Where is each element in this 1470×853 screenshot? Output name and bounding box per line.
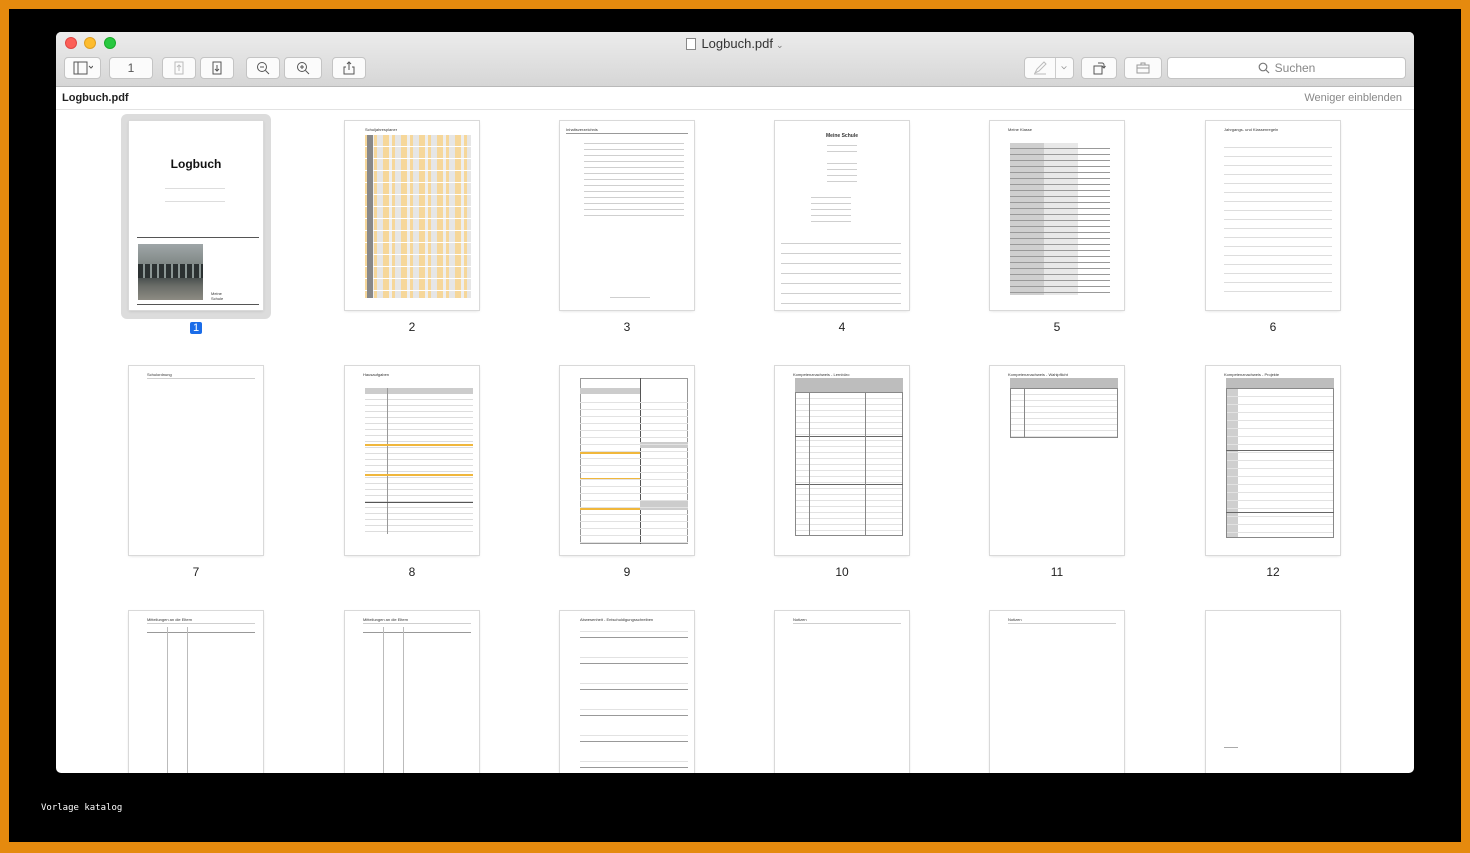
page-thumbnail-17[interactable]: Notizen: [990, 611, 1124, 773]
pen-icon: [1033, 61, 1047, 75]
toolbox-button[interactable]: [1124, 57, 1162, 79]
page-thumbnail-15[interactable]: Abwesenheit - Entschuldigungsschreiben: [560, 611, 694, 773]
share-icon: [343, 61, 355, 75]
page-thumbnail-6[interactable]: Jahrgangs- und Klassenregeln: [1206, 121, 1340, 310]
page-up-icon: [174, 61, 184, 75]
page-thumbnail-10[interactable]: Kompetenznachweis - Lernbüro: [775, 366, 909, 555]
page-thumbnail-9[interactable]: [560, 366, 694, 555]
toolbox-icon: [1136, 62, 1150, 74]
cover-school-name: Meine Schule: [211, 291, 224, 301]
path-filename: Logbuch.pdf: [62, 92, 129, 104]
chevron-down-icon: [1060, 66, 1067, 70]
sidebar-icon: [73, 61, 93, 75]
window-title[interactable]: Logbuch.pdf ⌄: [56, 36, 1414, 51]
preview-window: Logbuch.pdf ⌄ 1 Suchen Logbuch.pdf Wenig…: [56, 32, 1414, 773]
page-number-9: 9: [623, 565, 631, 579]
page-thumbnail-13[interactable]: Mitteilungen an die Eltern: [129, 611, 263, 773]
page-thumbnail-16[interactable]: Notizen: [775, 611, 909, 773]
cover-title: Logbuch: [170, 157, 222, 171]
titlebar: Logbuch.pdf ⌄ 1 Suchen: [56, 32, 1414, 87]
page-number-8: 8: [408, 565, 416, 579]
school-building-photo: [138, 244, 203, 300]
page-number-10: 10: [835, 565, 849, 579]
page-number-7: 7: [192, 565, 200, 579]
page-number-field[interactable]: 1: [109, 57, 153, 79]
page-thumbnail-18[interactable]: [1206, 611, 1340, 773]
page-thumbnail-7[interactable]: Schulordnung: [129, 366, 263, 555]
search-icon: [1258, 62, 1270, 74]
page-number-3: 3: [623, 320, 631, 334]
page-thumbnail-8[interactable]: Hausaufgaben: [345, 366, 479, 555]
zoom-out-button[interactable]: [246, 57, 280, 79]
zoom-in-icon: [297, 62, 310, 75]
sidebar-toggle-button[interactable]: [64, 57, 101, 79]
page-number-12: 12: [1266, 565, 1280, 579]
zoom-out-icon: [257, 62, 270, 75]
page-thumbnail-3[interactable]: Inhaltsverzeichnis: [560, 121, 694, 310]
rotate-button[interactable]: [1081, 57, 1117, 79]
page-number-11: 11: [1050, 565, 1064, 579]
page-thumbnail-11[interactable]: Kompetenznachweis - Wahlpflicht: [990, 366, 1124, 555]
page-number-4: 4: [838, 320, 846, 334]
share-button[interactable]: [332, 57, 366, 79]
next-page-button[interactable]: [200, 57, 234, 79]
page-thumbnail-1[interactable]: Logbuch Meine Schule: [129, 121, 263, 310]
path-bar: Logbuch.pdf Weniger einblenden: [56, 88, 1414, 110]
page-number-2: 2: [408, 320, 416, 334]
rotate-icon: [1093, 62, 1106, 75]
page-down-icon: [212, 61, 222, 75]
markup-pen-button[interactable]: [1024, 57, 1074, 79]
page-number-5: 5: [1053, 320, 1061, 334]
zoom-in-button[interactable]: [284, 57, 322, 79]
page-number-6: 6: [1269, 320, 1277, 334]
overlay-caption: Vorlage katalog: [41, 803, 123, 813]
page-thumbnail-14[interactable]: Mitteilungen an die Eltern: [345, 611, 479, 773]
previous-page-button[interactable]: [162, 57, 196, 79]
chevron-down-icon: ⌄: [776, 40, 784, 50]
page-thumbnail-12[interactable]: Kompetenznachweis - Projekte: [1206, 366, 1340, 555]
page-thumbnail-4[interactable]: Meine Schule: [775, 121, 909, 310]
thumbnail-grid: Logbuch Meine Schule 1 Schuljahresplaner…: [56, 110, 1414, 773]
page-number-1: 1: [176, 320, 216, 334]
show-less-link[interactable]: Weniger einblenden: [1304, 92, 1402, 104]
pdf-document-icon: [686, 38, 697, 50]
page-thumbnail-2[interactable]: Schuljahresplaner: [345, 121, 479, 310]
search-field[interactable]: Suchen: [1167, 57, 1406, 79]
page-thumbnail-5[interactable]: Meine Klasse: [990, 121, 1124, 310]
